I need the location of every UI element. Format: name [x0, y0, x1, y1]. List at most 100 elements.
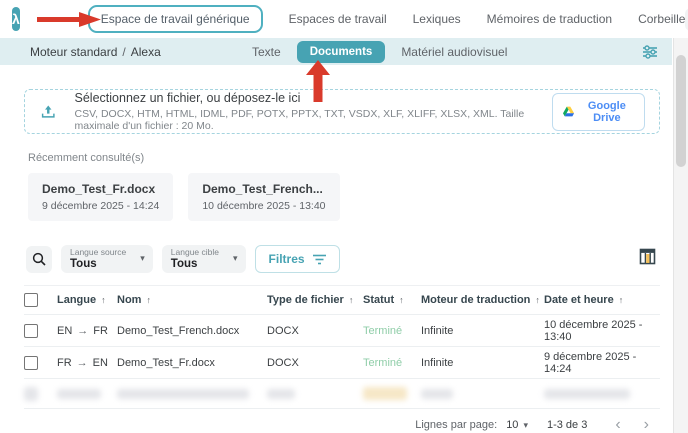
nav-item-generic-workspace[interactable]: Espace de travail générique [88, 5, 263, 33]
cell-filename[interactable]: Demo_Test_Fr.docx [117, 357, 267, 369]
recent-file-card[interactable]: Demo_Test_Fr.docx 9 décembre 2025 - 14:2… [28, 173, 173, 221]
table-row[interactable]: FR→EN Demo_Test_Fr.docx DOCX Terminé Inf… [24, 347, 660, 379]
header-checkbox-cell [24, 293, 57, 307]
recent-file-date: 10 décembre 2025 - 13:40 [202, 200, 325, 212]
filter-toolbar: Langue source Tous ▾ Langue cible Tous ▾… [26, 245, 660, 273]
google-drive-label: Google Drive [580, 100, 634, 124]
select-all-checkbox[interactable] [24, 293, 38, 307]
column-header-name[interactable]: Nom↑ [117, 294, 267, 306]
sort-asc-icon[interactable]: ↑ [349, 295, 354, 305]
cell-status [363, 387, 421, 400]
rows-per-page-select[interactable]: 10 ▾ [506, 419, 528, 431]
previous-page-button[interactable]: ‹ [608, 417, 627, 433]
pagination-range: 1-3 de 3 [547, 419, 587, 431]
recent-file-date: 9 décembre 2025 - 14:24 [42, 200, 159, 212]
row-checkbox[interactable] [24, 324, 38, 338]
recent-file-name: Demo_Test_French... [202, 182, 325, 196]
target-language-select[interactable]: Langue cible Tous ▾ [162, 245, 246, 273]
next-page-button[interactable]: › [637, 417, 656, 433]
source-language-select[interactable]: Langue source Tous ▾ [61, 245, 153, 273]
chevron-down-icon: ▾ [233, 253, 238, 264]
rows-per-page-label: Lignes par page: [415, 419, 497, 431]
sort-asc-icon[interactable]: ↑ [399, 295, 404, 305]
recently-viewed-title: Récemment consulté(s) [28, 152, 660, 164]
cell-engine [421, 389, 544, 399]
chevron-down-icon: ▾ [140, 253, 145, 264]
app-window: λ Espace de travail générique Espaces de… [0, 0, 688, 433]
row-checkbox-cell [24, 324, 57, 338]
recent-file-name: Demo_Test_Fr.docx [42, 182, 159, 196]
tune-settings-icon[interactable] [642, 44, 658, 60]
filters-button[interactable]: Filtres [255, 245, 340, 273]
column-header-engine[interactable]: Moteur de traduction↑ [421, 294, 544, 306]
arrow-right-icon: → [72, 357, 93, 369]
column-header-language[interactable]: Langue↑ [57, 294, 117, 306]
filter-lines-icon [313, 254, 326, 265]
scrollbar-thumb[interactable] [676, 55, 686, 167]
tab-text[interactable]: Texte [252, 45, 281, 59]
arrow-right-icon: → [72, 325, 93, 337]
target-language-value: Tous [171, 258, 219, 270]
logo-glyph: λ [12, 11, 20, 27]
cell-date [544, 389, 660, 399]
cell-filename [117, 389, 267, 399]
source-language-value: Tous [70, 258, 126, 270]
cell-filetype: DOCX [267, 325, 363, 337]
content-tabs: Texte Documents Matériel audiovisuel [252, 38, 507, 65]
redacted-text [267, 389, 295, 399]
cell-status: Terminé [363, 325, 421, 337]
app-logo[interactable]: λ [12, 7, 20, 31]
breadcrumb: Moteur standard/Alexa [0, 45, 161, 59]
cell-filetype [267, 389, 363, 399]
table-row[interactable]: EN→FR Demo_Test_French.docx DOCX Terminé… [24, 315, 660, 347]
file-dropzone[interactable]: Sélectionnez un fichier, ou déposez-le i… [24, 89, 660, 134]
upload-icon [41, 103, 56, 121]
column-header-filetype[interactable]: Type de fichier↑ [267, 294, 363, 306]
search-icon [32, 252, 46, 266]
target-language-texts: Langue cible Tous [171, 247, 219, 270]
target-language-label: Langue cible [171, 247, 219, 257]
breadcrumb-separator: / [117, 45, 130, 59]
sort-asc-icon[interactable]: ↑ [101, 295, 106, 305]
row-checkbox[interactable] [24, 356, 38, 370]
cell-status: Terminé [363, 357, 421, 369]
search-button[interactable] [26, 246, 52, 273]
sort-asc-icon[interactable]: ↑ [535, 295, 540, 305]
recently-viewed-cards: Demo_Test_Fr.docx 9 décembre 2025 - 14:2… [28, 173, 660, 221]
google-drive-icon [563, 105, 574, 118]
table-columns-icon [639, 248, 656, 265]
nav-item-trash[interactable]: Corbeille [638, 12, 685, 26]
table-header-row: Langue↑ Nom↑ Type de fichier↑ Statut↑ Mo… [24, 285, 660, 315]
tab-audiovisual[interactable]: Matériel audiovisuel [401, 45, 507, 59]
sort-asc-icon[interactable]: ↑ [146, 295, 151, 305]
nav-item-lexicons[interactable]: Lexiques [413, 12, 461, 26]
column-settings-button[interactable] [639, 248, 656, 270]
google-drive-button[interactable]: Google Drive [552, 93, 645, 131]
cell-language [57, 389, 117, 399]
cell-date: 9 décembre 2025 - 14:24 [544, 351, 660, 375]
redacted-checkbox [24, 387, 38, 401]
redacted-text [57, 389, 101, 399]
cell-filetype: DOCX [267, 357, 363, 369]
breadcrumb-engine[interactable]: Moteur standard [30, 45, 117, 59]
scrollbar[interactable] [673, 38, 688, 433]
cell-date: 10 décembre 2025 - 13:40 [544, 319, 660, 343]
redacted-text [421, 389, 453, 399]
cell-filename[interactable]: Demo_Test_French.docx [117, 325, 267, 337]
nav-item-translation-memories[interactable]: Mémoires de traduction [487, 12, 612, 26]
sort-asc-icon[interactable]: ↑ [619, 295, 624, 305]
source-language-label: Langue source [70, 247, 126, 257]
breadcrumb-profile[interactable]: Alexa [131, 45, 161, 59]
row-checkbox-cell [24, 356, 57, 370]
cell-engine: Infinite [421, 357, 544, 369]
documents-table: Langue↑ Nom↑ Type de fichier↑ Statut↑ Mo… [24, 285, 660, 409]
recent-file-card[interactable]: Demo_Test_French... 10 décembre 2025 - 1… [188, 173, 339, 221]
redacted-text [117, 389, 249, 399]
nav-item-workspaces[interactable]: Espaces de travail [289, 12, 387, 26]
column-header-date[interactable]: Date et heure↑ [544, 294, 660, 306]
cell-language: FR→EN [57, 357, 117, 369]
table-row-redacted[interactable] [24, 379, 660, 409]
row-checkbox-cell [24, 387, 57, 401]
column-header-status[interactable]: Statut↑ [363, 294, 421, 306]
annotation-arrow-nav [37, 12, 101, 27]
